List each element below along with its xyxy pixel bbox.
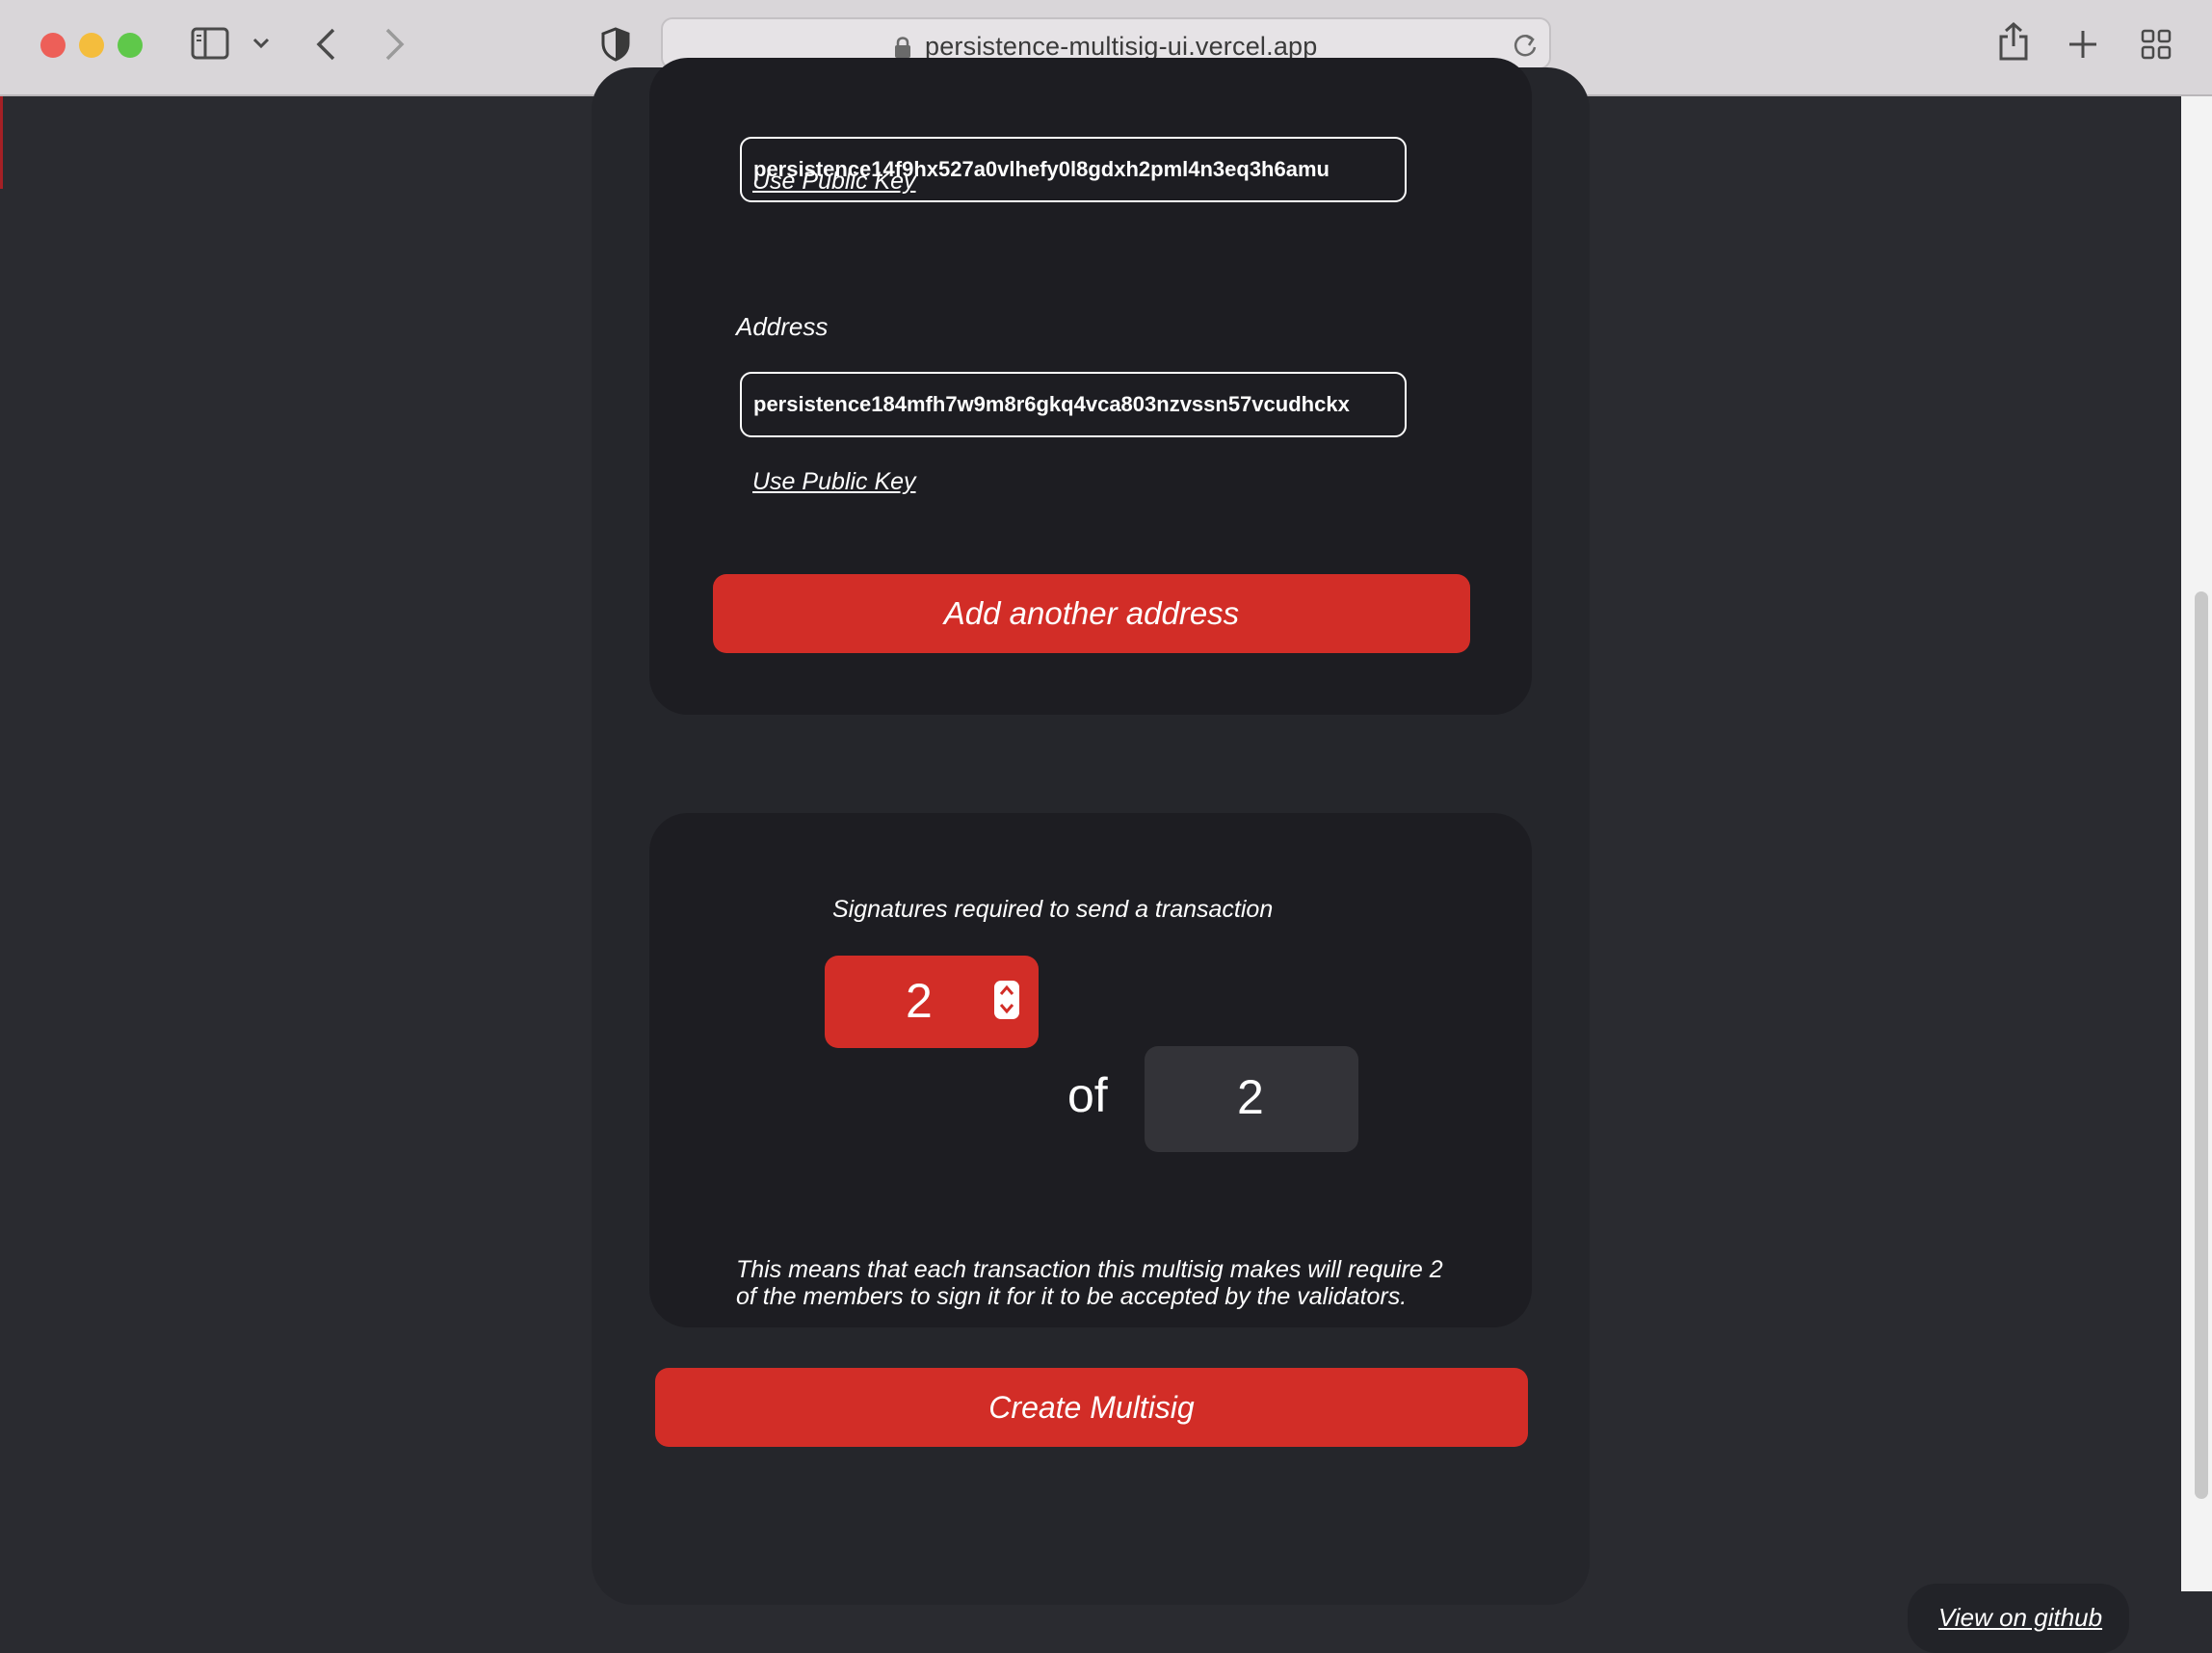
zoom-window-button[interactable]	[118, 33, 143, 58]
member-address-input-2[interactable]	[740, 372, 1407, 437]
threshold-title: Signatures required to send a transactio…	[832, 896, 1274, 923]
chevron-down-icon[interactable]	[252, 37, 270, 54]
create-multisig-button[interactable]: Create Multisig	[655, 1368, 1528, 1447]
shield-icon[interactable]	[601, 27, 630, 66]
of-label: of	[1067, 1068, 1108, 1122]
page-content: Use Public Key Address Use Public Key Ad…	[0, 58, 2181, 1653]
tab-overview-icon[interactable]	[2141, 29, 2172, 65]
github-badge: View on github	[1908, 1584, 2129, 1653]
stepper-icon[interactable]	[994, 981, 1019, 1019]
total-members-value: 2	[1237, 1070, 1264, 1124]
threshold-value: 2	[906, 974, 933, 1028]
reload-icon[interactable]	[1513, 32, 1538, 64]
scrollbar-thumb[interactable]	[2195, 591, 2208, 1499]
add-another-address-button[interactable]: Add another address	[713, 574, 1470, 653]
threshold-input[interactable]: 2	[825, 956, 1039, 1048]
close-window-button[interactable]	[40, 33, 66, 58]
back-icon[interactable]	[314, 27, 337, 66]
sidebar-icon[interactable]	[191, 27, 229, 65]
total-members-box: 2	[1145, 1046, 1358, 1152]
forward-icon[interactable]	[383, 27, 407, 66]
share-icon[interactable]	[1998, 21, 2029, 66]
minimize-window-button[interactable]	[79, 33, 104, 58]
use-public-key-link-2[interactable]: Use Public Key	[752, 468, 916, 496]
use-public-key-link-1[interactable]: Use Public Key	[752, 168, 916, 196]
left-edge-accent	[0, 96, 3, 189]
new-tab-icon[interactable]	[2067, 29, 2098, 65]
view-on-github-link[interactable]: View on github	[1938, 1603, 2102, 1633]
threshold-description: This means that each transaction this mu…	[736, 1256, 1443, 1310]
address-label: Address	[736, 312, 829, 341]
